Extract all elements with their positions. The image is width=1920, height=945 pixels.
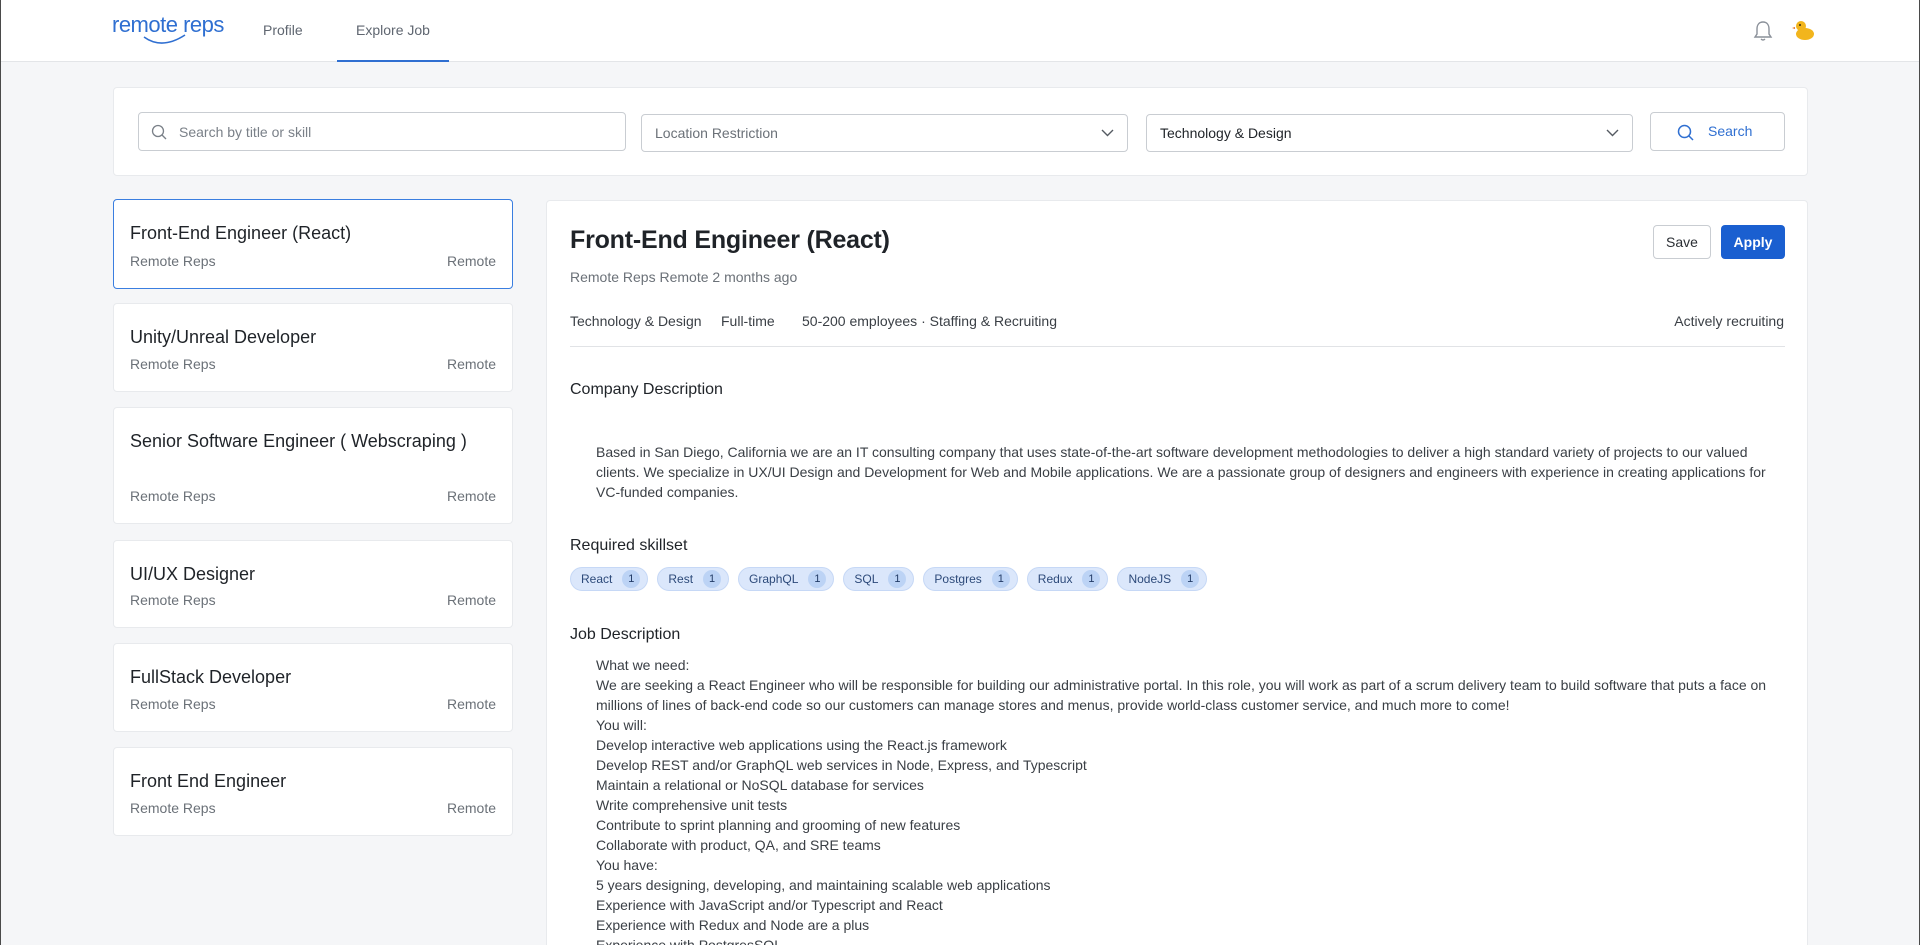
job-card[interactable]: Front End Engineer Remote Reps Remote [113,747,513,836]
job-description-line: Contribute to sprint planning and groomi… [596,817,961,833]
location-restriction-select[interactable]: Location Restriction [641,114,1128,152]
skill-count-badge: 1 [703,570,722,588]
job-description-line: Maintain a relational or NoSQL database … [596,777,924,793]
job-company: Remote Reps [130,253,216,269]
category-select[interactable]: Technology & Design [1146,114,1633,152]
search-field [138,112,626,151]
job-location: Remote [446,356,496,372]
skill-count-badge: 1 [622,570,641,588]
job-card[interactable]: Front-End Engineer (React) Remote Reps R… [113,199,513,289]
skill-chip: Rest 1 [657,567,730,591]
search-input[interactable] [179,113,619,150]
chevron-down-icon [1606,129,1619,137]
job-description-line: Develop interactive web applications usi… [596,737,1007,753]
job-title: Senior Software Engineer ( Webscraping ) [130,431,467,451]
recruiting-status: Actively recruiting [1674,313,1784,329]
skill-count-badge: 1 [1181,570,1200,588]
skill-chip: React 1 [570,567,649,591]
skills-list: React 1 Rest 1 GraphQL 1 SQL 1 Postgres 1 Red… [570,567,1208,591]
nav-profile[interactable]: Profile [263,0,303,62]
job-title: Front-End Engineer (React) [130,223,352,243]
job-description-line: We are seeking a React Engineer who will… [596,677,1767,713]
job-description-text: What we need: We are seeking a React Eng… [596,655,1786,945]
job-card[interactable]: FullStack Developer Remote Reps Remote [113,643,513,732]
logo[interactable]: remote reps [112,12,227,52]
job-title: FullStack Developer [130,667,292,687]
company-description-heading: Company Description [570,381,723,398]
job-description-line: Experience with JavaScript and/or Typesc… [596,897,943,913]
job-description-line: What we need: [596,657,690,673]
job-company: Remote Reps [130,356,216,372]
job-title: Front End Engineer [130,771,287,791]
job-card[interactable]: Senior Software Engineer ( Webscraping )… [113,407,513,524]
skill-chip: NodeJS 1 [1117,567,1208,591]
search-button[interactable]: Search [1650,112,1785,151]
job-card[interactable]: UI/UX Designer Remote Reps Remote [113,540,513,628]
skill-chip: Postgres 1 [923,567,1018,591]
job-location: Remote [446,800,496,816]
skill-chip: Redux 1 [1026,567,1109,591]
job-card[interactable]: Unity/Unreal Developer Remote Reps Remot… [113,303,513,392]
job-description-line: Write comprehensive unit tests [596,797,788,813]
search-panel: Location Restriction Technology & Design… [113,87,1808,176]
job-type: Full-time [721,313,775,329]
skill-count-badge: 1 [808,570,827,588]
job-description-line: Develop REST and/or GraphQL web services… [596,757,1087,773]
job-company: Remote Reps [130,800,216,816]
chevron-down-icon [1101,129,1114,137]
job-description-line: Collaborate with product, QA, and SRE te… [596,837,881,853]
job-description-line: Experience with Redux and Node are a plu… [596,917,870,933]
job-description-line: You have: [596,857,658,873]
job-location: Remote [446,592,496,608]
job-detail-meta: Remote Reps Remote 2 months ago [570,269,798,285]
job-company: Remote Reps [130,488,216,504]
search-icon [1677,124,1694,141]
job-title: Unity/Unreal Developer [130,327,317,347]
skill-chip: GraphQL 1 [738,567,835,591]
job-category: Technology & Design [570,313,702,329]
top-navbar: remote reps Profile Explore Job [1,0,1919,62]
apply-button[interactable]: Apply [1721,225,1785,259]
job-title: UI/UX Designer [130,564,256,584]
nav-explore-job[interactable]: Explore Job [337,0,449,62]
job-location: Remote [446,488,496,504]
job-location: Remote [446,253,496,269]
skill-count-badge: 1 [991,570,1010,588]
required-skillset-heading: Required skillset [570,537,688,554]
job-description-line: You will: [596,717,647,733]
job-company: Remote Reps [130,696,216,712]
job-detail-title: Front-End Engineer (React) [570,226,890,254]
save-button[interactable]: Save [1653,225,1711,259]
bell-icon[interactable] [1753,20,1773,42]
job-company: Remote Reps [130,592,216,608]
skill-count-badge: 1 [888,570,907,588]
skill-chip: SQL 1 [843,567,915,591]
job-description-line: 5 years designing, developing, and maint… [596,877,1051,893]
job-detail-panel: Front-End Engineer (React) Remote Reps R… [546,200,1808,945]
divider [570,346,1785,347]
search-icon [151,124,167,140]
job-description-line: Experience with PostgresSQL [596,937,782,945]
job-location: Remote [446,696,496,712]
company-description-text: Based in San Diego, California we are an… [596,444,1766,500]
company-size: 50-200 employees · Staffing & Recruiting [802,313,1057,329]
job-description-heading: Job Description [570,626,681,643]
logo-swoosh-icon [143,34,186,44]
skill-count-badge: 1 [1082,570,1101,588]
avatar[interactable] [1792,18,1816,42]
